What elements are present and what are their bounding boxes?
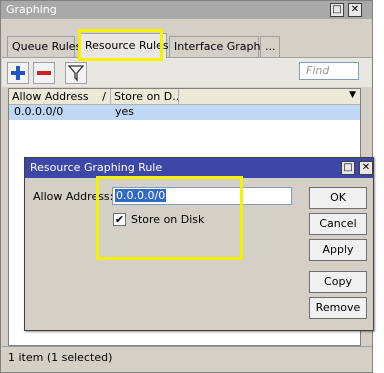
close-button[interactable]: ✕ xyxy=(348,3,362,17)
cell-allow-address: 0.0.0.0/0 xyxy=(14,105,64,118)
tab-label: Queue Rules xyxy=(12,40,82,53)
column-header-allow-address[interactable]: Allow Address / xyxy=(9,89,111,105)
find-input[interactable]: Find xyxy=(299,62,359,80)
column-header-label: Allow Address xyxy=(12,90,89,103)
tab-more[interactable]: ... xyxy=(260,36,280,57)
window-title-bar[interactable]: Graphing xyxy=(1,1,372,19)
column-header-store-on-disk[interactable]: Store on D... xyxy=(111,89,179,105)
tab-label: Interface Graphs xyxy=(174,40,267,53)
copy-button[interactable]: Copy xyxy=(309,271,367,293)
plus-icon xyxy=(11,66,25,80)
filter-icon xyxy=(67,65,85,82)
maximize-button[interactable]: □ xyxy=(330,3,344,17)
dialog-close-button[interactable]: ✕ xyxy=(359,161,373,175)
filter-button[interactable] xyxy=(65,62,87,84)
column-header-filler: ▼ xyxy=(179,89,360,105)
column-chooser-icon[interactable]: ▼ xyxy=(349,90,356,100)
cancel-button[interactable]: Cancel xyxy=(309,213,367,235)
ok-button[interactable]: OK xyxy=(309,187,367,209)
apply-button[interactable]: Apply xyxy=(309,239,367,261)
tab-queue-rules[interactable]: Queue Rules xyxy=(7,36,81,57)
dialog-title-bar[interactable]: Resource Graphing Rule xyxy=(25,158,373,178)
cell-store-on-disk: yes xyxy=(115,105,135,118)
toolbar: Find xyxy=(2,57,372,87)
tab-interface-graphs[interactable]: Interface Graphs xyxy=(169,36,266,57)
table-row[interactable]: 0.0.0.0/0 yes xyxy=(9,105,360,120)
highlight-box-tab xyxy=(78,29,163,61)
tab-label: ... xyxy=(265,40,276,53)
minus-icon xyxy=(37,71,51,75)
sort-indicator-icon: / xyxy=(102,90,106,103)
status-bar: 1 item (1 selected) xyxy=(2,346,372,368)
column-header-label: Store on D... xyxy=(114,90,179,103)
remove-button[interactable] xyxy=(33,62,55,84)
remove-rule-button[interactable]: Remove xyxy=(309,297,367,319)
dialog-maximize-button[interactable]: □ xyxy=(341,161,355,175)
highlight-box-dialog-fields xyxy=(96,176,243,260)
window-title: Graphing xyxy=(6,3,57,16)
add-button[interactable] xyxy=(7,62,29,84)
dialog-title: Resource Graphing Rule xyxy=(30,161,163,174)
